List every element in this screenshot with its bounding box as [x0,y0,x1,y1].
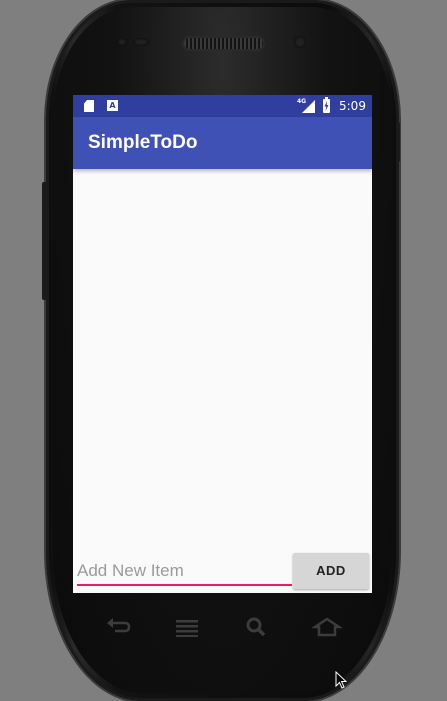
app-toolbar: SimpleToDo [73,117,372,169]
front-camera [294,36,306,48]
todo-item-list[interactable] [73,169,372,549]
new-item-field[interactable] [77,560,292,586]
volume-button [42,182,47,300]
notification-a-icon: A [107,100,118,111]
search-icon[interactable] [242,615,272,639]
mouse-cursor-icon [335,671,347,689]
add-button[interactable]: ADD [293,553,369,589]
app-title: SimpleToDo [88,132,198,153]
network-type: 4G [297,98,307,105]
back-icon[interactable] [103,615,133,639]
device-screen: A 4G 5:09 SimpleToDo ADD [73,95,372,593]
earpiece-speaker [184,38,263,49]
charging-bolt-icon [324,101,329,111]
new-item-input[interactable] [77,560,290,582]
status-bar: A 4G 5:09 [73,95,372,117]
proximity-sensor [117,38,127,46]
menu-icon[interactable] [172,615,202,639]
status-clock: 5:09 [339,99,366,113]
power-button [396,122,400,162]
battery-icon [323,97,330,113]
home-icon[interactable] [312,615,342,639]
light-sensor [133,38,149,46]
sd-card-icon [84,100,94,112]
